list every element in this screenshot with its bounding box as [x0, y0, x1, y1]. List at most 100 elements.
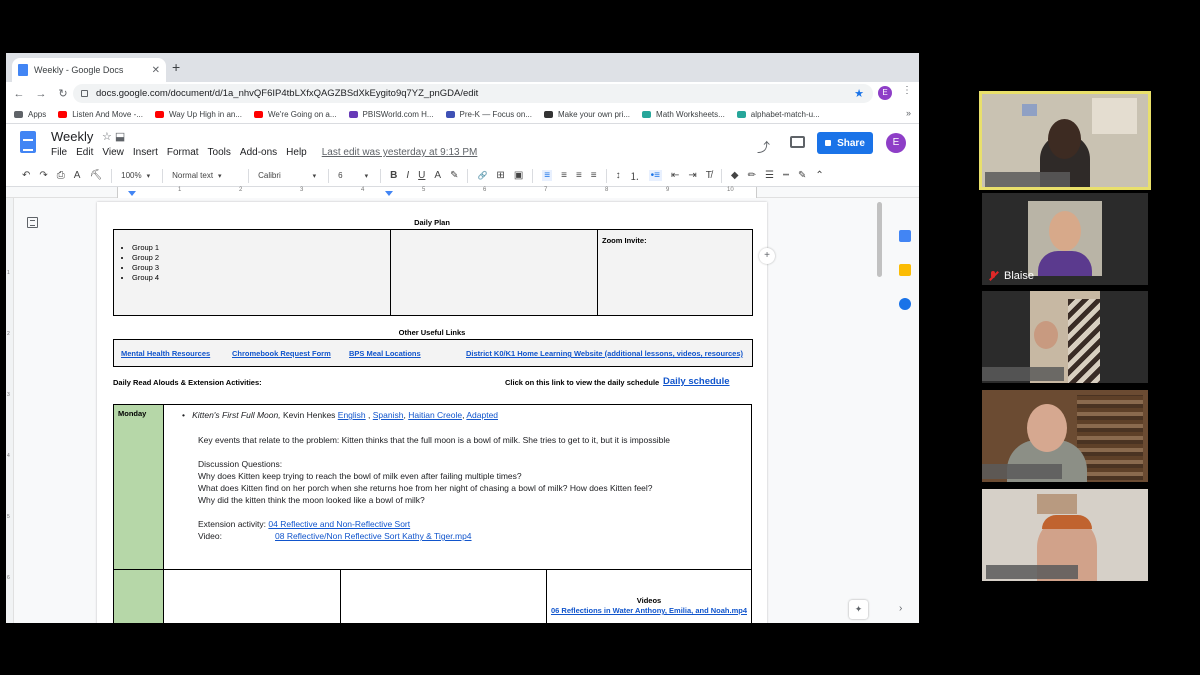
increase-indent-icon[interactable]: ⇥	[688, 170, 696, 181]
border-dash-icon[interactable]: ┅	[783, 170, 789, 181]
cell-indent-marker[interactable]	[385, 191, 393, 196]
back-button[interactable]: ←	[10, 88, 28, 100]
adapted-link[interactable]: Adapted	[466, 410, 498, 420]
comments-icon[interactable]	[790, 136, 805, 148]
bulleted-list-icon[interactable]: •≡	[648, 170, 662, 181]
reload-button[interactable]: ↻	[54, 87, 72, 100]
decrease-indent-icon[interactable]: ⇤	[671, 170, 679, 181]
participant-tile-active-speaker[interactable]	[979, 91, 1151, 190]
undo-icon[interactable]: ↶	[22, 170, 30, 181]
english-link[interactable]: English	[338, 410, 366, 420]
daily-schedule-link[interactable]: Daily schedule	[663, 376, 730, 387]
menu-item[interactable]: Edit	[76, 147, 93, 158]
star-and-move-icons[interactable]: ☆ ⬓	[102, 130, 125, 143]
menu-item[interactable]: File	[51, 147, 67, 158]
add-comment-button[interactable]: +	[759, 248, 775, 264]
keep-icon[interactable]	[899, 264, 911, 276]
numbered-list-icon[interactable]: ⒈	[630, 168, 640, 183]
groups-cell[interactable]: Group 1Group 2Group 3Group 4	[113, 229, 391, 316]
docs-logo-icon[interactable]	[20, 131, 36, 153]
bookmark-item[interactable]: Way Up High in an...	[154, 110, 242, 119]
extension-activity-link[interactable]: 04 Reflective and Non-Reflective Sort	[268, 519, 410, 529]
document-page[interactable]: Daily Plan Group 1Group 2Group 3Group 4 …	[97, 202, 767, 623]
italic-button[interactable]: I	[406, 170, 409, 181]
document-outline-icon[interactable]	[27, 217, 38, 228]
tab-weekly[interactable]: Weekly - Google Docs ✕	[12, 58, 166, 82]
align-left-icon[interactable]: ≡	[542, 170, 553, 181]
district-home-learning-link[interactable]: District K0/K1 Home Learning Website (ad…	[466, 349, 743, 358]
bookmark-item[interactable]: PBISWorld.com H...	[348, 110, 434, 119]
share-button[interactable]: Share	[817, 132, 873, 154]
redo-icon[interactable]: ↷	[39, 170, 47, 181]
haitian-creole-link[interactable]: Haitian Creole	[408, 410, 462, 420]
plan-middle-cell[interactable]	[390, 229, 598, 316]
background-color-icon[interactable]: ◆	[731, 170, 739, 181]
collapse-toolbar-icon[interactable]: ⌃	[815, 170, 823, 181]
forward-button[interactable]: →	[32, 88, 50, 100]
paint-format-icon[interactable]: ⛏	[89, 170, 102, 181]
daily-plan-table[interactable]: Group 1Group 2Group 3Group 4 Zoom Invite…	[113, 229, 753, 316]
menu-item[interactable]: View	[102, 147, 124, 158]
bookmark-star-icon[interactable]: ★	[854, 87, 864, 100]
reflections-video-link[interactable]: 06 Reflections in Water Anthony, Emilia,…	[547, 606, 751, 615]
tasks-icon[interactable]	[899, 298, 911, 310]
left-indent-marker[interactable]	[128, 191, 136, 196]
tuesday-cell-2[interactable]	[340, 569, 547, 623]
bps-meal-link[interactable]: BPS Meal Locations	[349, 349, 421, 358]
activity-trend-icon[interactable]: ⤴	[757, 137, 770, 156]
align-center-icon[interactable]: ≡	[561, 170, 567, 181]
more-bookmarks-icon[interactable]: »	[906, 108, 911, 118]
zoom-invite-cell[interactable]: Zoom Invite:	[597, 229, 753, 316]
browser-profile-avatar[interactable]: E	[878, 86, 892, 100]
participant-tile[interactable]	[982, 489, 1148, 581]
menu-item[interactable]: Add-ons	[240, 147, 277, 158]
close-tab-icon[interactable]: ✕	[152, 65, 160, 76]
last-edit-link[interactable]: Last edit was yesterday at 9:13 PM	[322, 147, 478, 158]
menu-item[interactable]: Tools	[208, 147, 231, 158]
justify-icon[interactable]: ≡	[591, 170, 597, 181]
tuesday-label-cell[interactable]	[113, 569, 164, 623]
align-right-icon[interactable]: ≡	[576, 170, 582, 181]
mental-health-link[interactable]: Mental Health Resources	[121, 349, 210, 358]
line-spacing-icon[interactable]: ↕	[616, 170, 621, 181]
border-width-icon[interactable]: ☰	[765, 170, 774, 181]
browser-menu-icon[interactable]: ⋮	[902, 85, 912, 96]
bookmark-item[interactable]: We're Going on a...	[254, 110, 337, 119]
calendar-icon[interactable]	[899, 230, 911, 242]
weekly-activities-table[interactable]: Monday • Kitten's First Full Moon, Kevin…	[113, 404, 752, 623]
monday-content-cell[interactable]: • Kitten's First Full Moon, Kevin Henkes…	[163, 404, 752, 570]
participant-tile[interactable]	[982, 291, 1148, 383]
highlight-icon[interactable]: ✎	[450, 170, 458, 181]
insert-comment-icon[interactable]: ⊞	[496, 170, 504, 181]
underline-button[interactable]: U	[418, 170, 425, 181]
insert-image-icon[interactable]: ▣	[514, 170, 523, 181]
bookmark-item[interactable]: Apps	[14, 110, 46, 119]
font-select[interactable]: Calibri ▾	[258, 171, 316, 180]
explore-icon[interactable]: ✦	[849, 600, 868, 619]
bold-button[interactable]: B	[390, 170, 397, 181]
bookmark-item[interactable]: Listen And Move -...	[58, 110, 143, 119]
insert-link-icon[interactable]: 🔗	[477, 171, 487, 180]
account-avatar[interactable]: E	[886, 133, 906, 153]
font-size-select[interactable]: 6 ▾	[338, 171, 368, 180]
vertical-scrollbar[interactable]	[877, 202, 882, 277]
menu-item[interactable]: Insert	[133, 147, 158, 158]
monday-label-cell[interactable]: Monday	[113, 404, 164, 570]
bookmark-item[interactable]: alphabet-match-u...	[736, 110, 820, 119]
border-color-icon[interactable]: ✏	[748, 170, 756, 181]
omnibox[interactable]: docs.google.com/document/d/1a_nhvQF6IP4t…	[73, 84, 873, 103]
sort-video-link[interactable]: 08 Reflective/Non Reflective Sort Kathy …	[275, 531, 472, 541]
bookmark-item[interactable]: Pre-K — Focus on...	[445, 110, 532, 119]
new-tab-button[interactable]: +	[172, 59, 180, 75]
bookmark-item[interactable]: Make your own pri...	[544, 110, 630, 119]
menu-item[interactable]: Format	[167, 147, 199, 158]
bookmark-item[interactable]: Math Worksheets...	[642, 110, 725, 119]
style-select[interactable]: Normal text ▾	[172, 171, 236, 180]
chevron-right-icon[interactable]: ›	[899, 603, 902, 614]
doc-title[interactable]: Weekly	[51, 129, 93, 144]
tuesday-cell-1[interactable]	[163, 569, 341, 623]
spellcheck-icon[interactable]: A	[74, 170, 81, 181]
print-icon[interactable]: ⎙	[57, 170, 65, 181]
participant-tile[interactable]: Blaise	[982, 193, 1148, 285]
clear-formatting-icon[interactable]: T̸	[706, 170, 712, 181]
